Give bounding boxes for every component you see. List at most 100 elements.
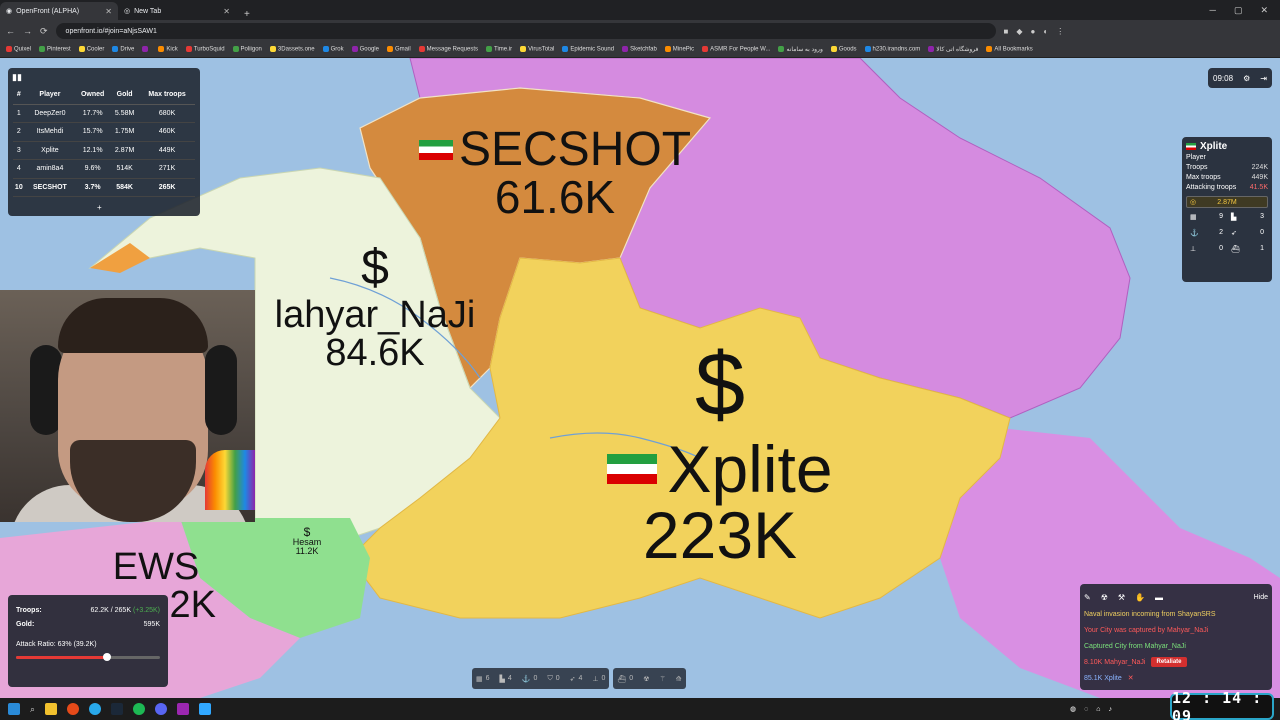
extension-icon[interactable]: ● (1031, 27, 1036, 36)
table-row[interactable]: 2 ItsMehdi 15.7% 1.75M 460K (13, 122, 195, 142)
tray-icon[interactable]: ◍ (1070, 705, 1076, 713)
hide-events-button[interactable]: Hide (1254, 594, 1268, 601)
bookmark-item[interactable]: Quixel (6, 46, 31, 53)
leaderboard-expand-button[interactable]: + (97, 203, 102, 212)
bookmark-item[interactable] (142, 46, 150, 53)
bookmark-icon (322, 46, 329, 53)
handshake-icon[interactable]: ✋ (1135, 593, 1145, 602)
build-defense-button[interactable]: ⛉ 0 (547, 675, 559, 683)
chat-icon[interactable]: ▬ (1155, 593, 1163, 602)
close-tab-icon[interactable]: ✕ (105, 7, 112, 16)
bookmark-item[interactable]: h230.irandns.com (864, 46, 920, 53)
leaderboard-icon[interactable]: ▮▮ (12, 72, 22, 83)
bookmark-item[interactable]: Time.ir (486, 46, 512, 53)
mirv-button[interactable]: ⟰ (676, 675, 682, 683)
bookmark-item[interactable]: VirusTotal (520, 46, 554, 53)
bookmark-label: Google (359, 46, 379, 53)
bookmark-item[interactable]: Sketchfab (622, 46, 657, 53)
column-rank[interactable]: # (13, 86, 25, 105)
new-tab-button[interactable]: + (236, 9, 258, 20)
extension-icon[interactable]: ◆ (1016, 27, 1022, 36)
bookmark-item[interactable]: Pinterest (39, 46, 71, 53)
attack-ratio-slider[interactable] (16, 653, 160, 661)
column-player[interactable]: Player (24, 86, 76, 105)
build-port-button[interactable]: ⚓ 0 (522, 675, 538, 683)
tools-filter-icon[interactable]: ⚒ (1118, 593, 1125, 602)
discord-icon[interactable] (155, 703, 168, 715)
table-row-self[interactable]: 10 SECSHOT 3.7% 584K 265K (13, 178, 195, 197)
build-group-structures: ▦ 6 ▙ 4 ⚓ 0 ⛉ 0 ➶ 4 ⊥ 0 (472, 668, 610, 689)
close-window-icon[interactable]: ✕ (1260, 5, 1268, 16)
settings-gear-icon[interactable]: ⚙ (1243, 74, 1250, 83)
slider-handle[interactable] (102, 653, 111, 661)
bookmark-item[interactable]: Cooler (78, 46, 104, 53)
bookmark-item[interactable]: All Bookmarks (986, 46, 1033, 53)
bookmark-item[interactable]: فروشگاه اتی کالا (928, 46, 978, 53)
cancel-attack-icon[interactable]: ✕ (1128, 674, 1134, 682)
iran-flag-icon (607, 454, 658, 484)
bookmark-item[interactable]: MinePic (664, 46, 694, 53)
spotify-icon[interactable] (133, 703, 146, 715)
stat-value: 0 (1219, 245, 1223, 252)
bookmark-item[interactable]: ورود به سامانه (778, 46, 823, 53)
bookmark-item[interactable]: Kick (158, 46, 178, 53)
bookmark-icon (351, 46, 358, 53)
hydrogen-bomb-button[interactable]: ⚚ (659, 675, 665, 683)
extension-icon[interactable]: ■ (1004, 27, 1009, 36)
iran-flag-icon (418, 140, 453, 160)
volume-icon[interactable]: ♪ (1109, 706, 1113, 713)
file-explorer-icon[interactable] (45, 703, 58, 715)
premiere-icon[interactable] (177, 703, 190, 715)
menu-icon[interactable]: ⋮ (1056, 27, 1064, 36)
tab-new[interactable]: ◎ New Tab ✕ (118, 2, 236, 20)
atom-bomb-button[interactable]: ☢ (643, 675, 649, 683)
chrome-icon[interactable] (67, 703, 80, 715)
maximize-icon[interactable]: ▢ (1234, 5, 1243, 16)
bookmark-item[interactable]: Epidemic Sound (562, 46, 614, 53)
label-hesam: $ Hesam 11.2K (282, 526, 332, 560)
telegram-icon[interactable] (89, 703, 102, 715)
bookmark-item[interactable]: Poliigon (232, 46, 262, 53)
close-tab-icon[interactable]: ✕ (223, 7, 230, 16)
bookmark-item[interactable]: Gmail (386, 46, 411, 53)
bookmark-item[interactable]: Message Requests (418, 46, 478, 53)
build-missile-button[interactable]: ➶ 4 (570, 675, 583, 683)
tray-icon[interactable]: ◌ (1084, 706, 1088, 713)
timer-text: 09:08 (1213, 73, 1234, 83)
build-factory-button[interactable]: ▙ 4 (500, 675, 512, 683)
profile-icon[interactable]: ◐ (1043, 27, 1048, 36)
retaliate-button[interactable]: Retaliate (1151, 657, 1187, 667)
minimize-icon[interactable]: ─ (1210, 5, 1216, 15)
exit-icon[interactable]: ⇥ (1260, 74, 1267, 83)
bookmark-item[interactable]: 3Dassets.one (269, 46, 315, 53)
bookmark-item[interactable]: Goods (830, 46, 857, 53)
network-icon[interactable]: ⌂ (1096, 706, 1100, 713)
start-icon[interactable] (8, 703, 20, 715)
bookmark-item[interactable]: Grok (322, 46, 344, 53)
column-gold[interactable]: Gold (110, 86, 140, 105)
table-row[interactable]: 1 DeepZer0 17.7% 5.58M 680K (13, 104, 195, 123)
column-owned[interactable]: Owned (75, 86, 111, 105)
reload-icon[interactable]: ⟳ (40, 26, 48, 37)
tab-openfront[interactable]: ◉ OpenFront (ALPHA) ✕ (0, 2, 118, 20)
build-sam-button[interactable]: ⊥ 0 (592, 675, 605, 683)
photoshop-icon[interactable] (199, 703, 212, 715)
bookmark-item[interactable]: TurboSquid (185, 46, 225, 53)
table-row[interactable]: 4 amin8a4 9.6% 514K 271K (13, 159, 195, 179)
rank: 2 (13, 122, 25, 142)
forward-icon[interactable]: → (23, 26, 32, 36)
pencil-icon[interactable]: ✎ (1084, 593, 1091, 602)
bookmark-item[interactable]: Drive (112, 46, 134, 53)
column-max-troops[interactable]: Max troops (139, 86, 195, 105)
url-input[interactable]: openfront.io/#join=aNjsSAW1 (55, 23, 996, 39)
search-icon[interactable]: ⌕ (30, 704, 35, 715)
build-warship-button[interactable]: ⛴ 0 (617, 675, 633, 683)
build-city-button[interactable]: ▦ 6 (476, 675, 490, 683)
headphone-right (205, 345, 237, 435)
back-icon[interactable]: ← (6, 26, 15, 36)
steam-icon[interactable] (111, 703, 124, 715)
table-row[interactable]: 3 Xplite 12.1% 2.87M 449K (13, 141, 195, 160)
nuke-filter-icon[interactable]: ☢ (1101, 593, 1108, 602)
bookmark-item[interactable]: Google (351, 46, 379, 53)
bookmark-item[interactable]: ASMR For People W... (702, 46, 770, 53)
